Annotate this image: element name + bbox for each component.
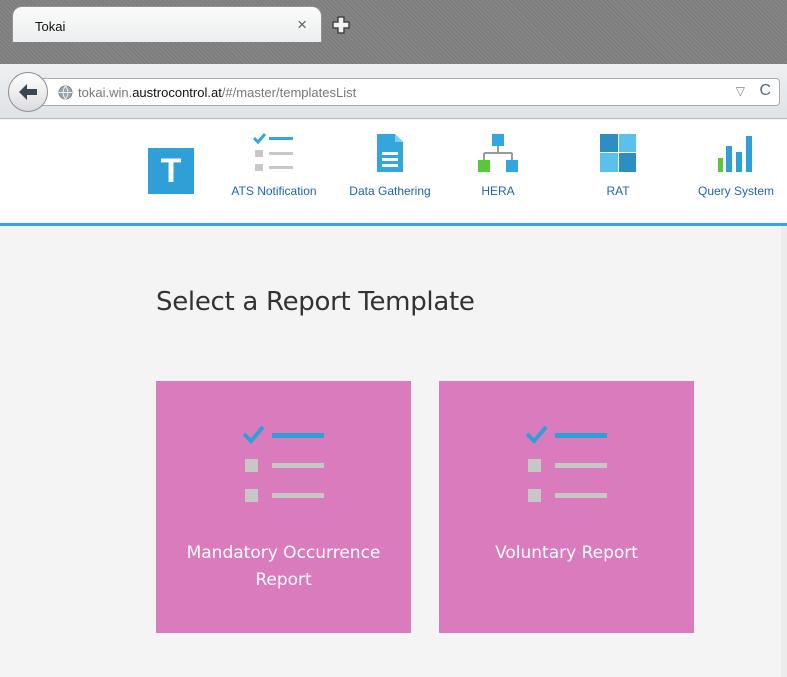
checklist-icon — [525, 426, 607, 502]
nav-label: ATS Notification — [231, 184, 317, 198]
url-prefix: tokai.win. — [78, 85, 133, 100]
browser-tab[interactable]: Tokai × — [12, 6, 322, 42]
nav-label: Data Gathering — [349, 184, 431, 198]
new-tab-icon[interactable] — [330, 14, 352, 36]
card-label: Mandatory Occurrence Report — [166, 540, 401, 594]
tab-title: Tokai — [35, 19, 66, 34]
template-card-mandatory-occurrence-report[interactable]: Mandatory Occurrence Report — [156, 381, 411, 633]
template-card-voluntary-report[interactable]: Voluntary Report — [439, 381, 694, 633]
nav-hera[interactable]: HERA — [468, 132, 528, 218]
back-arrow-icon — [19, 84, 37, 100]
nav-label: RAT — [606, 184, 630, 198]
page-title: Select a Report Template — [156, 287, 475, 317]
reload-icon[interactable]: C — [759, 82, 771, 100]
url-bar[interactable]: tokai.win.austrocontrol.at/#/master/temp… — [36, 78, 780, 106]
nav-label: Query System — [697, 184, 775, 198]
nav-query-system[interactable]: Query System — [688, 132, 784, 218]
document-icon — [377, 134, 403, 172]
checklist-icon — [252, 133, 293, 171]
nav-ats-notification[interactable]: ATS Notification — [218, 132, 330, 218]
url-history-dropdown-icon[interactable]: ▽ — [736, 84, 745, 98]
app-header: T ATS Notification Data Gathering HERA R… — [0, 120, 787, 226]
tiles-icon — [600, 134, 636, 172]
nav-label: HERA — [481, 184, 515, 198]
card-label-line: Report — [255, 570, 312, 590]
browser-tabstrip: Tokai × — [0, 0, 787, 64]
bar-chart-icon — [718, 136, 752, 172]
url-host: austrocontrol.at — [132, 85, 222, 100]
hierarchy-icon — [478, 134, 518, 172]
card-label: Voluntary Report — [449, 540, 684, 567]
nav-data-gathering[interactable]: Data Gathering — [338, 132, 442, 218]
url-text[interactable]: tokai.win.austrocontrol.at/#/master/temp… — [78, 85, 356, 100]
card-label-line: Voluntary Report — [495, 543, 638, 563]
page-edge — [781, 226, 787, 677]
tab-close-icon[interactable]: × — [297, 16, 307, 33]
browser-navbar: tokai.win.austrocontrol.at/#/master/temp… — [0, 64, 787, 119]
card-label-line: Mandatory Occurrence — [186, 543, 381, 563]
globe-icon — [58, 85, 73, 100]
checklist-icon — [242, 426, 324, 502]
back-button[interactable] — [8, 72, 48, 112]
app-logo[interactable]: T — [148, 148, 194, 194]
url-path: /#/master/templatesList — [221, 85, 357, 100]
nav-rat[interactable]: RAT — [588, 132, 648, 218]
